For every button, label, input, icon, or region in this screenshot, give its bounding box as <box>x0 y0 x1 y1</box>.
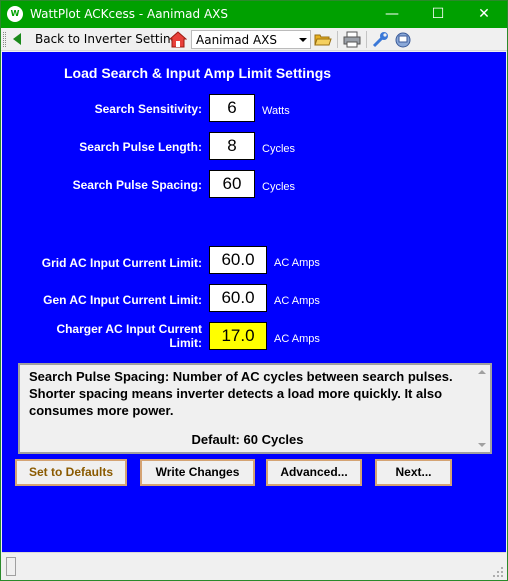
toolbar-grip[interactable] <box>3 32 6 47</box>
help-text-box[interactable]: Search Pulse Spacing: Number of AC cycle… <box>18 363 492 454</box>
print-icon[interactable] <box>343 31 361 48</box>
search-pulse-length-label: Search Pulse Length: <box>79 140 202 154</box>
toolbar: Back to Inverter Settings Aanimad AXS <box>1 28 507 51</box>
search-pulse-length-unit: Cycles <box>262 143 296 155</box>
gen-input-limit-field[interactable]: 60.0 <box>209 284 267 312</box>
toolbar-separator <box>337 31 338 48</box>
search-sensitivity-label: Search Sensitivity: <box>94 102 202 116</box>
device-select-value: Aanimad AXS <box>196 33 278 47</box>
minimize-button[interactable]: — <box>369 1 415 28</box>
search-pulse-spacing-field[interactable]: 60 <box>209 170 255 198</box>
back-to-inverter-settings-link[interactable]: Back to Inverter Settings <box>35 32 184 46</box>
settings-panel: Load Search & Input Amp Limit Settings S… <box>2 52 506 552</box>
gen-input-limit-unit: AC Amps <box>274 295 320 307</box>
window-title: WattPlot ACKcess - Aanimad AXS <box>30 7 229 21</box>
search-pulse-spacing-label: Search Pulse Spacing: <box>72 178 202 192</box>
charger-input-limit-field[interactable]: 17.0 <box>209 322 267 350</box>
maximize-button[interactable]: ☐ <box>415 1 461 28</box>
grid-input-limit-label: Grid AC Input Current Limit: <box>41 256 202 270</box>
next-button[interactable]: Next... <box>375 459 452 486</box>
title-bar: W WattPlot ACKcess - Aanimad AXS — ☐ ✕ <box>1 1 507 28</box>
charger-input-limit-label-line2: Limit: <box>169 336 202 350</box>
device-select[interactable]: Aanimad AXS <box>191 30 311 49</box>
search-pulse-length-field[interactable]: 8 <box>209 132 255 160</box>
folder-open-icon[interactable] <box>314 31 332 48</box>
toolbar-separator <box>366 31 367 48</box>
help-description: Search Pulse Spacing: Number of AC cycle… <box>29 369 453 418</box>
chevron-down-icon[interactable] <box>299 38 307 42</box>
search-pulse-spacing-unit: Cycles <box>262 181 296 193</box>
write-changes-button[interactable]: Write Changes <box>140 459 255 486</box>
scroll-up-icon[interactable] <box>478 370 486 374</box>
grid-input-limit-field[interactable]: 60.0 <box>209 246 267 274</box>
advanced-button[interactable]: Advanced... <box>266 459 362 486</box>
page-title: Load Search & Input Amp Limit Settings <box>64 65 332 81</box>
help-default-value: Default: 60 Cycles <box>191 432 304 447</box>
charger-input-limit-unit: AC Amps <box>274 333 320 345</box>
network-icon[interactable] <box>394 31 412 48</box>
wrench-icon[interactable] <box>372 31 390 48</box>
status-panel <box>6 557 16 576</box>
search-sensitivity-field[interactable]: 6 <box>209 94 255 122</box>
search-sensitivity-unit: Watts <box>262 105 290 117</box>
scroll-down-icon[interactable] <box>478 443 486 447</box>
back-arrow-icon[interactable] <box>13 33 21 45</box>
set-to-defaults-button[interactable]: Set to Defaults <box>15 459 127 486</box>
gen-input-limit-label: Gen AC Input Current Limit: <box>43 293 202 307</box>
resize-grip-icon[interactable] <box>492 566 504 578</box>
close-button[interactable]: ✕ <box>461 1 507 28</box>
home-icon[interactable] <box>169 31 187 48</box>
status-bar <box>2 552 506 580</box>
charger-input-limit-label-line1: Charger AC Input Current <box>56 322 202 336</box>
app-logo-icon: W <box>7 6 23 22</box>
grid-input-limit-unit: AC Amps <box>274 257 320 269</box>
app-window: W WattPlot ACKcess - Aanimad AXS — ☐ ✕ B… <box>0 0 508 581</box>
